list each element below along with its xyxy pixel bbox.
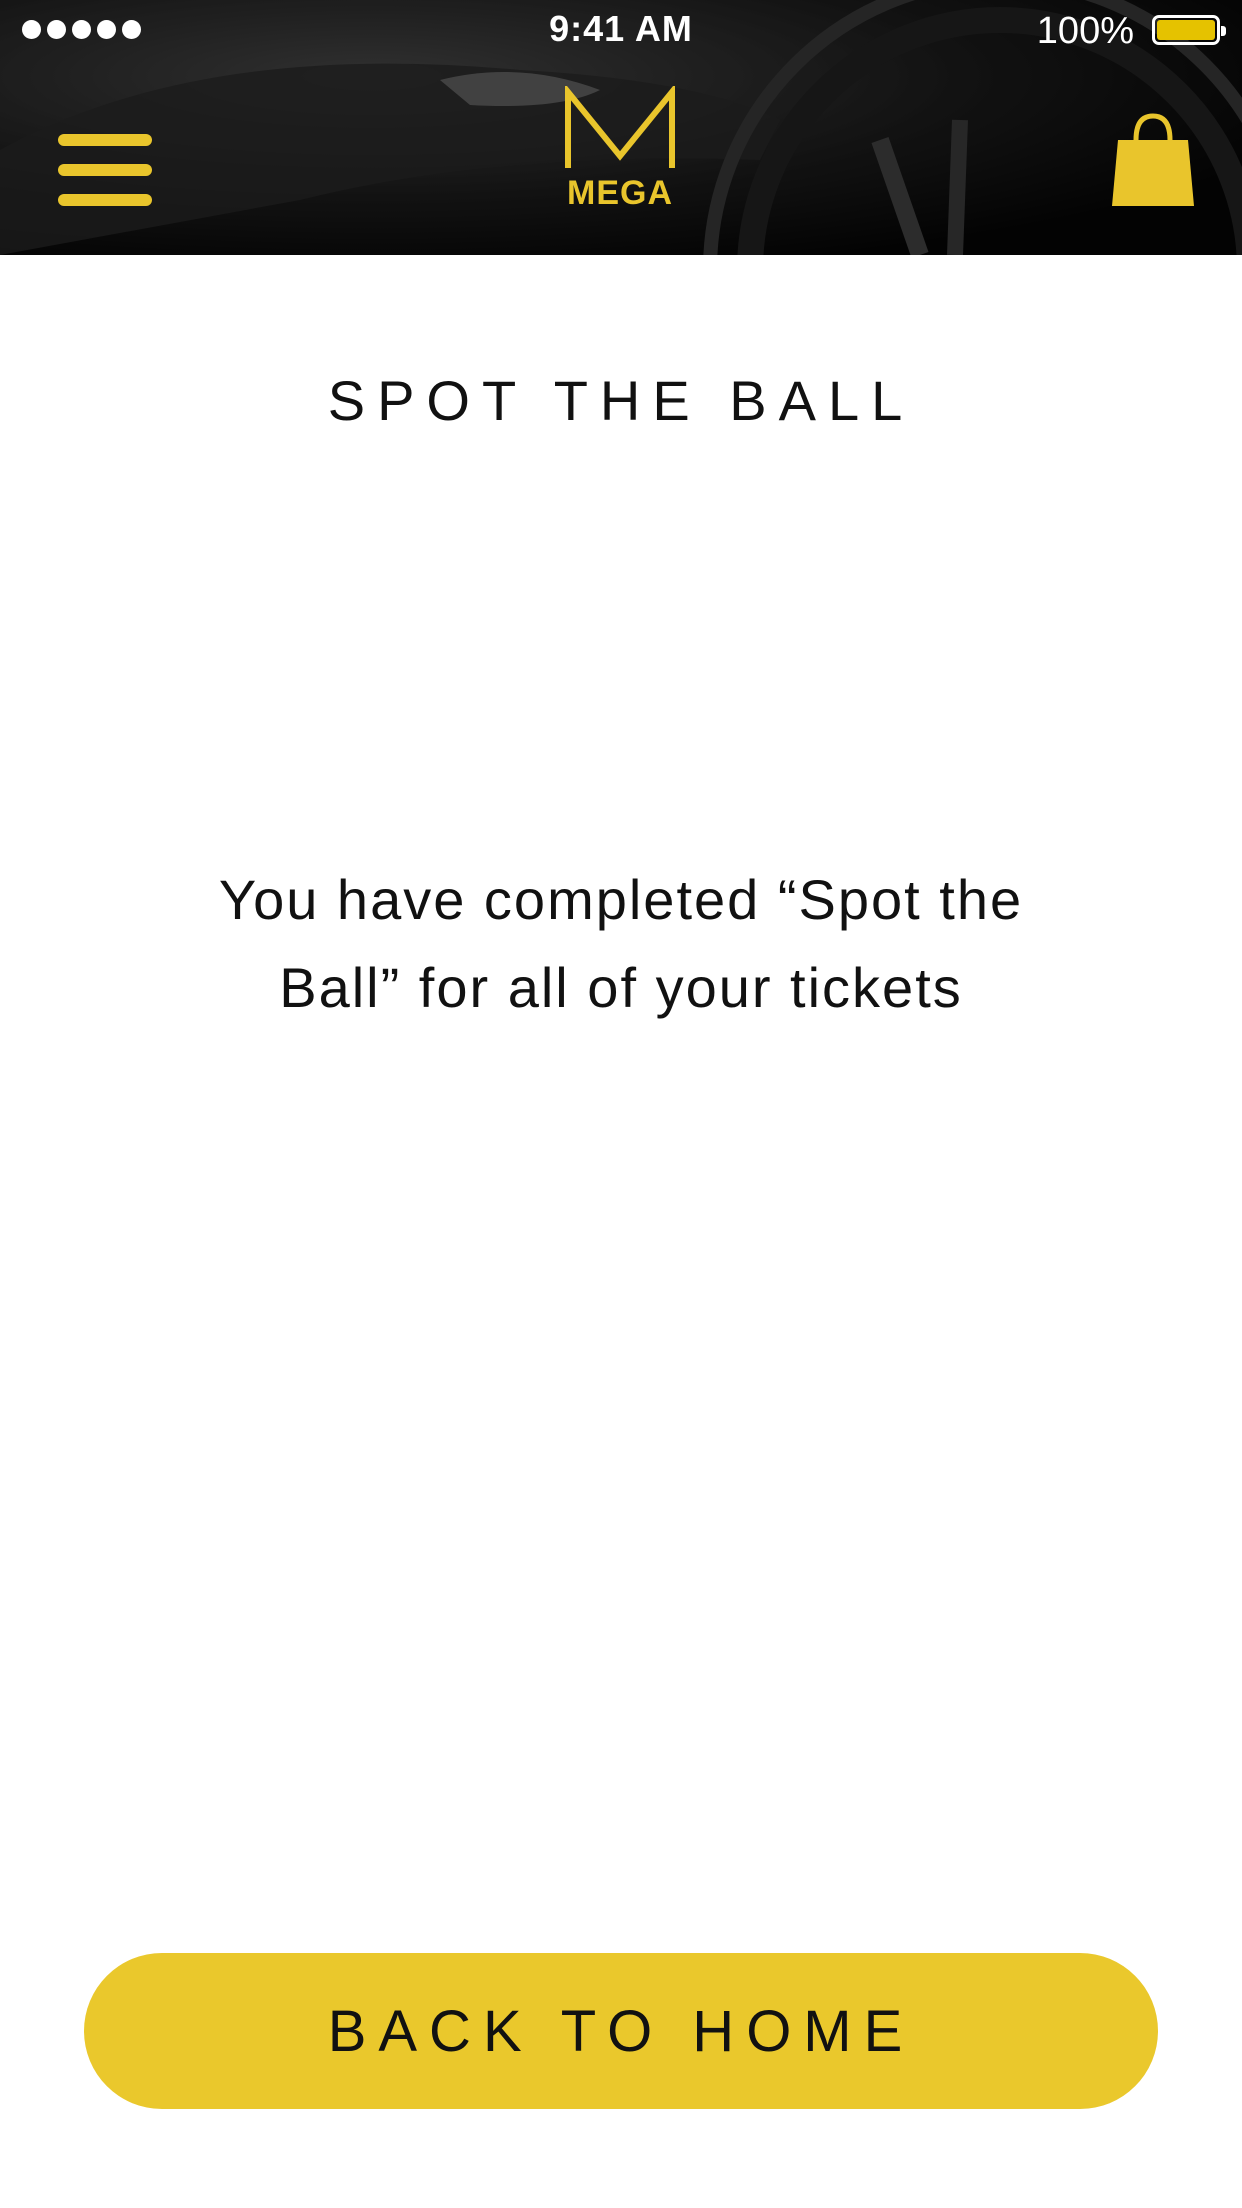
logo-text: MEGA [567,174,673,212]
hamburger-menu-icon[interactable] [58,134,152,206]
completion-message: You have completed “Spot the Ball” for a… [218,868,1024,1019]
page-title: SPOT THE BALL [327,368,915,432]
back-to-home-button[interactable]: BACK TO HOME [84,1953,1158,2109]
status-bar: 9:41 AM 100% [0,0,1242,62]
mega-logo[interactable]: MEGA [560,83,680,216]
app-header: 9:41 AM 100% MEGA [0,0,1242,255]
battery-icon [1152,15,1226,45]
logo-m-mark [565,83,675,168]
shopping-bag-icon[interactable] [1110,110,1196,210]
battery-percentage: 100% [1036,10,1134,52]
